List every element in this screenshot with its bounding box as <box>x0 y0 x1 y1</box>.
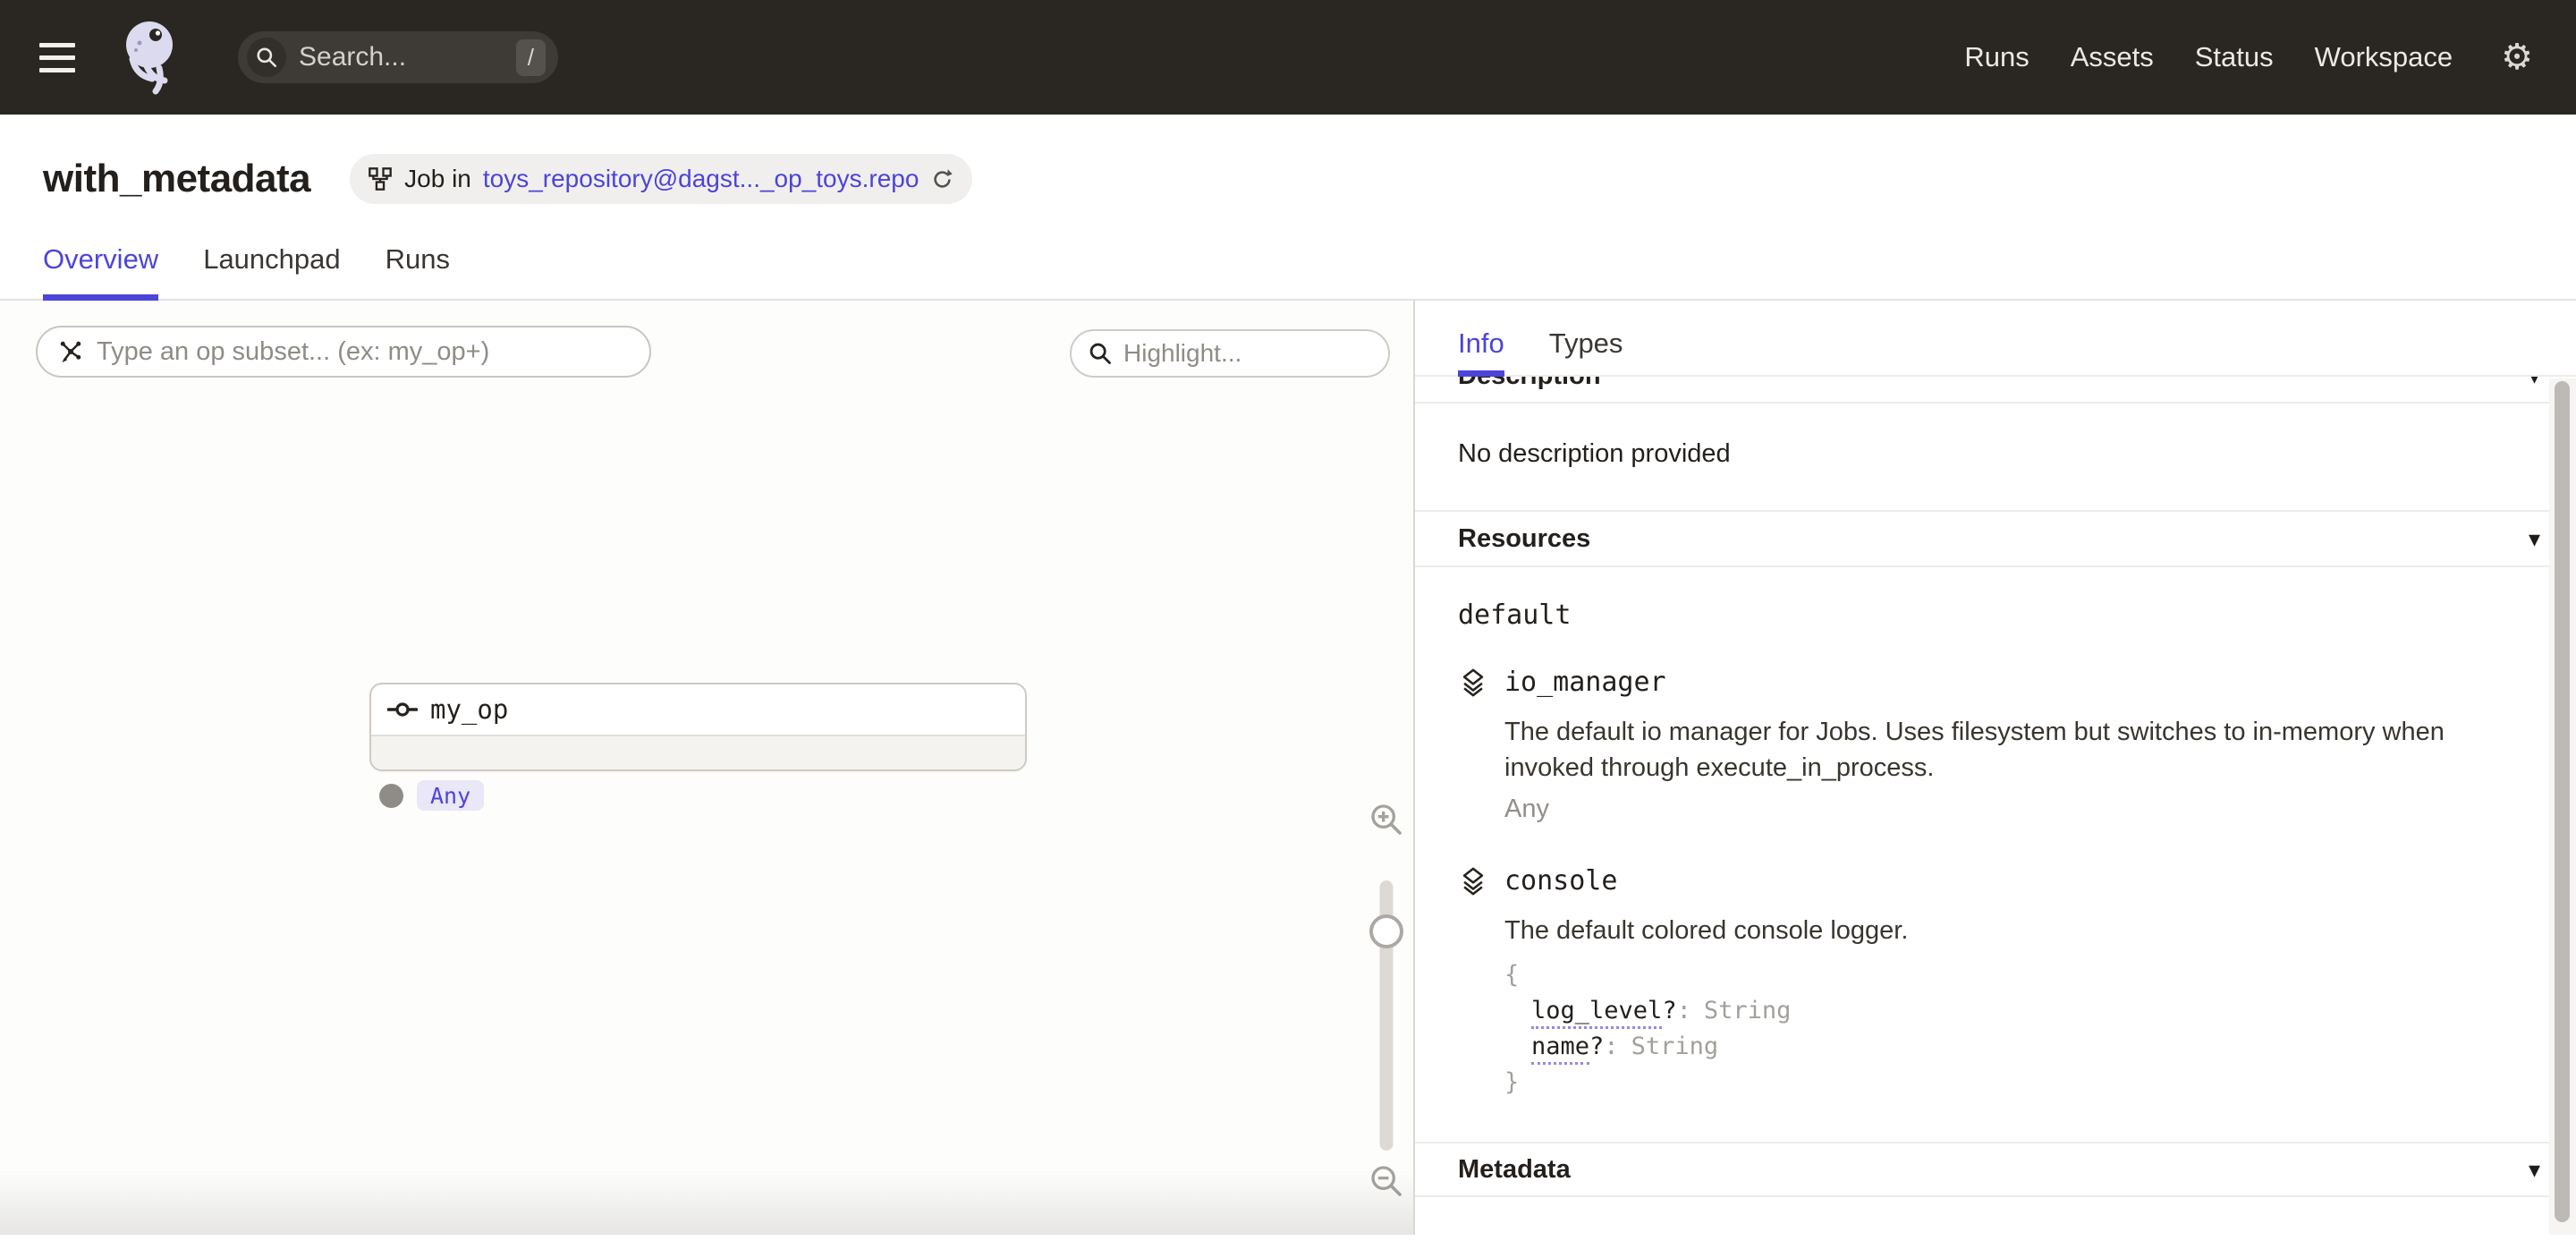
zoom-slider-thumb[interactable] <box>1369 914 1403 948</box>
description-header[interactable]: Description ▾ <box>1415 377 2576 404</box>
caret-down-icon[interactable]: ▾ <box>2529 377 2540 387</box>
gear-icon[interactable]: ⚙ <box>2501 39 2533 75</box>
job-tabs: Overview Launchpad Runs <box>0 204 2576 301</box>
op-graph-pane: my_op Any <box>0 301 1413 1235</box>
job-graph-icon <box>368 166 393 191</box>
resources-header[interactable]: Resources ▾ <box>1415 512 2576 567</box>
info-panel-tabs: Info Types <box>1415 301 2576 377</box>
search-icon <box>247 38 286 77</box>
resource-icon <box>1458 866 1488 897</box>
highlight-input[interactable] <box>1123 339 1372 368</box>
resource-icon <box>1458 667 1488 698</box>
tab-overview[interactable]: Overview <box>43 243 158 299</box>
config-field-name[interactable]: name <box>1531 1033 1589 1065</box>
resource-description: The default colored console logger. <box>1504 913 2497 948</box>
op-icon <box>387 700 418 719</box>
metadata-title: Metadata <box>1458 1155 1571 1185</box>
tab-runs[interactable]: Runs <box>386 243 450 299</box>
config-open-brace: { <box>1504 957 2533 993</box>
metadata-header[interactable]: Metadata ▾ <box>1415 1142 2576 1197</box>
config-field-optional: ? <box>1589 1033 1604 1060</box>
resource-name[interactable]: console <box>1504 865 1617 897</box>
caret-down-icon[interactable]: ▾ <box>2529 1158 2540 1181</box>
resource-config-schema: { log_level?: String name?: String } <box>1504 957 2533 1101</box>
resource-item-console: console The default colored console logg… <box>1458 865 2533 1101</box>
description-title: Description <box>1458 377 1601 391</box>
resources-title: Resources <box>1458 524 1590 554</box>
global-search[interactable]: / <box>238 31 558 83</box>
config-field-type: String <box>1704 997 1792 1024</box>
description-section: Description ▾ <box>1415 377 2576 404</box>
nav-item-status[interactable]: Status <box>2195 41 2274 73</box>
op-node-body <box>371 736 1025 771</box>
tab-info[interactable]: Info <box>1458 327 1504 375</box>
config-field-name[interactable]: log_level <box>1531 997 1662 1029</box>
resource-group-label: default <box>1458 599 2533 631</box>
resource-item-io-manager: io_manager The default io manager for Jo… <box>1458 667 2533 824</box>
resources-body: default io_manager The default io manage… <box>1415 567 2576 1101</box>
description-body: No description provided <box>1415 404 2576 512</box>
job-tag-prefix: Job in <box>404 165 471 193</box>
nav-links: Runs Assets Status Workspace ⚙ <box>1964 39 2533 75</box>
search-input[interactable] <box>299 42 516 72</box>
panel-scrollbar-thumb[interactable] <box>2555 381 2570 1222</box>
op-node-my-op[interactable]: my_op <box>369 683 1027 771</box>
output-type-badge[interactable]: Any <box>417 780 484 811</box>
page-title: with_metadata <box>43 157 310 201</box>
config-close-brace: } <box>1504 1065 2533 1101</box>
tab-types[interactable]: Types <box>1549 327 1623 375</box>
dagster-logo[interactable] <box>120 20 186 95</box>
repo-link[interactable]: toys_repository@dagst..._op_toys.repo <box>483 165 919 193</box>
zoom-in-icon[interactable] <box>1368 802 1404 837</box>
config-field-type: String <box>1631 1033 1719 1060</box>
resource-name[interactable]: io_manager <box>1504 667 1666 698</box>
info-panel: Info Types Description ▾ No description … <box>1413 301 2576 1235</box>
menu-icon[interactable] <box>39 32 89 82</box>
config-field: log_level?: String <box>1504 993 2533 1029</box>
config-field-colon: : <box>1604 1033 1618 1060</box>
main-content: my_op Any Info Types <box>0 301 2576 1235</box>
top-nav: / Runs Assets Status Workspace ⚙ <box>0 0 2576 115</box>
highlight-filter[interactable] <box>1070 329 1390 378</box>
resource-type: Any <box>1504 795 2533 824</box>
zoom-out-icon[interactable] <box>1368 1163 1404 1199</box>
nav-item-runs[interactable]: Runs <box>1964 41 2029 73</box>
refresh-icon[interactable] <box>930 167 954 191</box>
op-subset-filter[interactable] <box>36 326 651 378</box>
job-tag: Job in toys_repository@dagst..._op_toys.… <box>350 154 972 204</box>
page-header: with_metadata Job in toys_repository@dag… <box>0 115 2576 204</box>
config-field-optional: ? <box>1662 997 1676 1024</box>
caret-down-icon[interactable]: ▾ <box>2529 527 2540 550</box>
op-subset-input[interactable] <box>97 337 630 367</box>
highlight-search-icon <box>1088 341 1113 366</box>
info-panel-scroll-area: Description ▾ No description provided Re… <box>1415 377 2576 1233</box>
slash-shortcut-badge: / <box>516 39 546 76</box>
tab-launchpad[interactable]: Launchpad <box>203 243 340 299</box>
op-selector-icon <box>57 338 84 365</box>
config-field: name?: String <box>1504 1029 2533 1065</box>
zoom-control <box>1360 802 1413 837</box>
nav-item-workspace[interactable]: Workspace <box>2315 41 2453 73</box>
output-handle-dot[interactable] <box>379 784 403 808</box>
config-field-colon: : <box>1677 997 1691 1024</box>
nav-item-assets[interactable]: Assets <box>2071 41 2154 73</box>
metadata-body: owner data team link https://dagster.io <box>1415 1197 2576 1233</box>
op-node-name: my_op <box>430 694 508 725</box>
resource-description: The default io manager for Jobs. Uses fi… <box>1504 714 2497 786</box>
